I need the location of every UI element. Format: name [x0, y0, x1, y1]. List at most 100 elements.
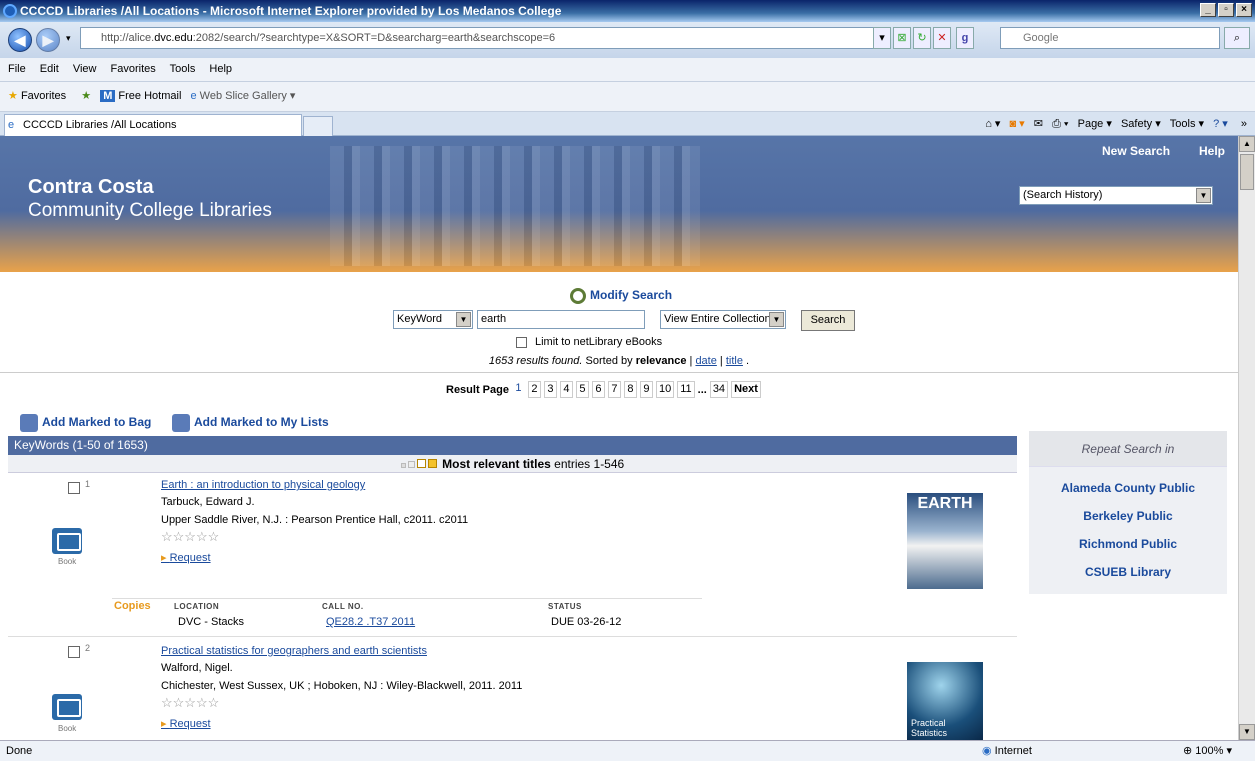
search-field-select[interactable]: KeyWord ▼ — [393, 310, 473, 329]
page-menu[interactable]: Page ▾ — [1078, 118, 1112, 130]
maximize-button[interactable]: ▫ — [1218, 3, 1234, 17]
scroll-thumb[interactable] — [1240, 154, 1254, 190]
print-icon[interactable]: ⎙ ▾ — [1052, 118, 1068, 130]
book-cover-image[interactable]: Practical Statistics — [907, 662, 983, 740]
format-label: Book — [58, 557, 77, 566]
pager-page[interactable]: 10 — [655, 381, 675, 398]
help-link[interactable]: Help — [1199, 144, 1225, 158]
add-marked-to-lists-button[interactable]: Add Marked to My Lists — [172, 414, 329, 432]
collection-select[interactable]: View Entire Collection ▼ — [660, 310, 786, 329]
collection-value: View Entire Collection — [664, 313, 771, 325]
cover-title: Practical Statistics — [911, 718, 948, 738]
copy-call-number-link[interactable]: QE28.2 .T37 2011 — [326, 616, 415, 628]
book-icon — [52, 694, 82, 720]
record-title-link[interactable]: Practical statistics for geographers and… — [161, 645, 427, 657]
sort-title-link[interactable]: title — [726, 355, 743, 367]
record-author: Walford, Nigel. — [161, 662, 233, 674]
menu-file[interactable]: File — [8, 63, 26, 75]
feeds-icon[interactable]: ◙ ▾ — [1009, 118, 1024, 130]
new-tab-button[interactable] — [303, 116, 333, 136]
record-number: 1 — [85, 479, 91, 489]
pager-last-page[interactable]: 34 — [709, 381, 729, 398]
help-icon[interactable]: ? ▾ — [1213, 118, 1228, 130]
tools-menu[interactable]: Tools ▾ — [1170, 118, 1204, 130]
scroll-down-icon[interactable]: ▼ — [1239, 724, 1255, 740]
book-cover-image[interactable]: EARTH — [907, 493, 983, 589]
record-title-link[interactable]: Earth : an introduction to physical geol… — [161, 479, 365, 491]
add-marked-to-bag-button[interactable]: Add Marked to Bag — [20, 414, 151, 432]
menu-favorites[interactable]: Favorites — [111, 63, 156, 75]
pager-page[interactable]: 2 — [527, 381, 541, 398]
mail-icon[interactable]: ✉ — [1034, 118, 1043, 130]
zone-label: Internet — [994, 745, 1032, 757]
vertical-scrollbar[interactable]: ▲ ▼ — [1238, 136, 1255, 740]
refresh-icon[interactable]: ↻ — [913, 27, 931, 49]
fav-free-hotmail[interactable]: Free Hotmail — [118, 90, 181, 102]
address-bar[interactable]: http://alice.dvc.edu:2082/search/?search… — [80, 27, 890, 49]
menu-edit[interactable]: Edit — [40, 63, 59, 75]
menu-help[interactable]: Help — [209, 63, 232, 75]
scroll-up-icon[interactable]: ▲ — [1239, 136, 1255, 152]
forward-button[interactable]: ▶ — [36, 28, 60, 52]
rating-stars[interactable]: ☆☆☆☆☆ — [161, 695, 219, 711]
rating-stars[interactable]: ☆☆☆☆☆ — [161, 529, 219, 545]
stop-icon[interactable]: ✕ — [933, 27, 951, 49]
request-link[interactable]: Request — [161, 717, 211, 730]
status-text: Done — [6, 745, 33, 757]
history-dropdown-icon[interactable]: ▾ — [66, 33, 71, 44]
pager-page[interactable]: 4 — [559, 381, 573, 398]
copies-header-location: LOCATION — [174, 602, 220, 611]
pager-page[interactable]: 6 — [591, 381, 605, 398]
search-history-value: (Search History) — [1023, 189, 1103, 201]
add-favorite-icon[interactable]: ★ — [81, 90, 91, 102]
request-link[interactable]: Request — [161, 551, 211, 564]
pager-page[interactable]: 3 — [543, 381, 557, 398]
back-arrow-icon: ◀ — [14, 32, 26, 48]
compatibility-icon[interactable]: ⊠ — [893, 27, 911, 49]
mark-checkbox[interactable] — [68, 646, 80, 658]
copy-location: DVC - Stacks — [178, 616, 245, 628]
pager-page[interactable]: 5 — [575, 381, 589, 398]
zoom-control[interactable]: ⊕ 100% ▾ — [1183, 741, 1232, 761]
brand-line2: Community College Libraries — [28, 200, 272, 221]
address-dropdown-icon[interactable]: ▾ — [873, 27, 891, 49]
favorites-button[interactable]: Favorites — [21, 90, 66, 102]
results-summary: 1653 results found. Sorted by relevance … — [0, 355, 1238, 367]
limit-checkbox[interactable] — [516, 336, 527, 348]
safety-menu[interactable]: Safety ▾ — [1121, 118, 1161, 130]
search-button[interactable]: Search — [801, 310, 855, 331]
chevron-right-icon[interactable]: » — [1241, 118, 1247, 130]
close-button[interactable]: × — [1236, 3, 1252, 17]
add-bag-icon — [20, 414, 38, 432]
tab-cccd-libraries[interactable]: e CCCCD Libraries /All Locations — [4, 114, 302, 136]
pager-page[interactable]: 9 — [639, 381, 653, 398]
url-prefix: http://alice. — [101, 32, 155, 44]
menu-view[interactable]: View — [73, 63, 97, 75]
pager-page[interactable]: 8 — [623, 381, 637, 398]
search-go-icon[interactable]: ⌕ — [1224, 27, 1250, 49]
sort-date-link[interactable]: date — [695, 355, 716, 367]
mark-checkbox[interactable] — [68, 482, 80, 494]
repeat-berkeley-link[interactable]: Berkeley Public — [1029, 509, 1227, 523]
new-search-link[interactable]: New Search — [1102, 144, 1170, 158]
fav-web-slice-gallery[interactable]: Web Slice Gallery ▾ — [200, 90, 296, 102]
back-button[interactable]: ◀ — [8, 28, 32, 52]
search-term-input[interactable]: earth — [477, 310, 645, 329]
repeat-alameda-link[interactable]: Alameda County Public — [1029, 481, 1227, 495]
modify-search-link[interactable]: Modify Search — [570, 288, 672, 304]
repeat-richmond-link[interactable]: Richmond Public — [1029, 537, 1227, 551]
repeat-csueb-link[interactable]: CSUEB Library — [1029, 565, 1227, 579]
web-search-input[interactable]: Google — [1000, 27, 1220, 49]
pager-next[interactable]: Next — [731, 381, 761, 398]
home-icon[interactable]: ⌂ ▾ — [985, 118, 1000, 130]
books-banner-image — [330, 146, 700, 266]
brand-line1: Contra Costa — [28, 176, 154, 198]
pager-page[interactable]: 7 — [607, 381, 621, 398]
sorted-prefix: Sorted by — [582, 355, 636, 367]
pager-page[interactable]: 11 — [677, 381, 695, 398]
results-header: KeyWords (1-50 of 1653) — [8, 436, 1017, 455]
menu-tools[interactable]: Tools — [170, 63, 196, 75]
search-history-select[interactable]: (Search History) ▼ — [1019, 186, 1213, 205]
search-field-value: KeyWord — [397, 313, 443, 325]
minimize-button[interactable]: _ — [1200, 3, 1216, 17]
